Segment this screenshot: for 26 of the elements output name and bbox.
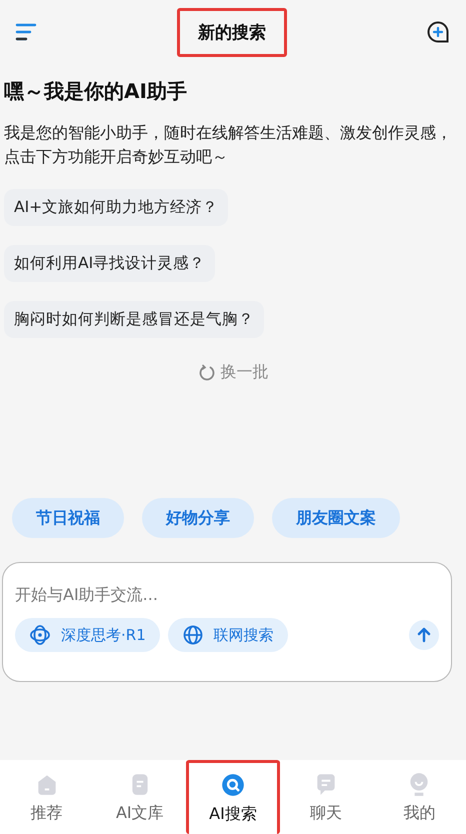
nav-tab[interactable]: 推荐 — [0, 760, 94, 834]
quick-action-chip[interactable]: 好物分享 — [142, 498, 254, 538]
message-input[interactable]: 开始与AI助手交流... — [15, 585, 439, 604]
nav-tab[interactable]: 我的 — [372, 760, 466, 834]
mode-toggle-button[interactable]: 联网搜索 — [168, 618, 288, 652]
new-chat-icon[interactable] — [426, 20, 450, 44]
mode-toggle-button[interactable]: 深度思考·R1 — [15, 618, 160, 652]
nav-tab[interactable]: AI文库 — [93, 760, 186, 834]
globe-icon — [182, 624, 204, 646]
intro-text: 我是您的智能小助手，随时在线解答生活难题、激发创作灵感，点击下方功能开启奇妙互动吧～ — [4, 122, 453, 168]
quick-action-chip[interactable]: 节日祝福 — [12, 498, 124, 538]
arrow-up-icon — [416, 627, 432, 643]
quick-action-chip[interactable]: 朋友圈文案 — [272, 498, 400, 538]
search-icon — [220, 772, 246, 798]
nav-tab[interactable]: 聊天 — [280, 760, 373, 834]
suggestion-chip[interactable]: 胸闷时如何判断是感冒还是气胸？ — [4, 301, 264, 338]
refresh-button[interactable]: 换一批 — [198, 362, 268, 383]
nav-tab[interactable]: AI搜索 — [186, 760, 280, 834]
send-button[interactable] — [409, 620, 439, 650]
menu-icon[interactable] — [14, 22, 38, 42]
suggestion-chip[interactable]: 如何利用AI寻找设计灵感？ — [4, 245, 216, 282]
refresh-icon — [198, 364, 216, 382]
suggestion-chip[interactable]: AI+文旅如何助力地方经济？ — [4, 189, 228, 226]
greeting-heading: 嘿～我是你的AI助手 — [4, 78, 188, 105]
page-title: 新的搜索 — [177, 8, 287, 56]
orbit-icon — [29, 624, 51, 646]
